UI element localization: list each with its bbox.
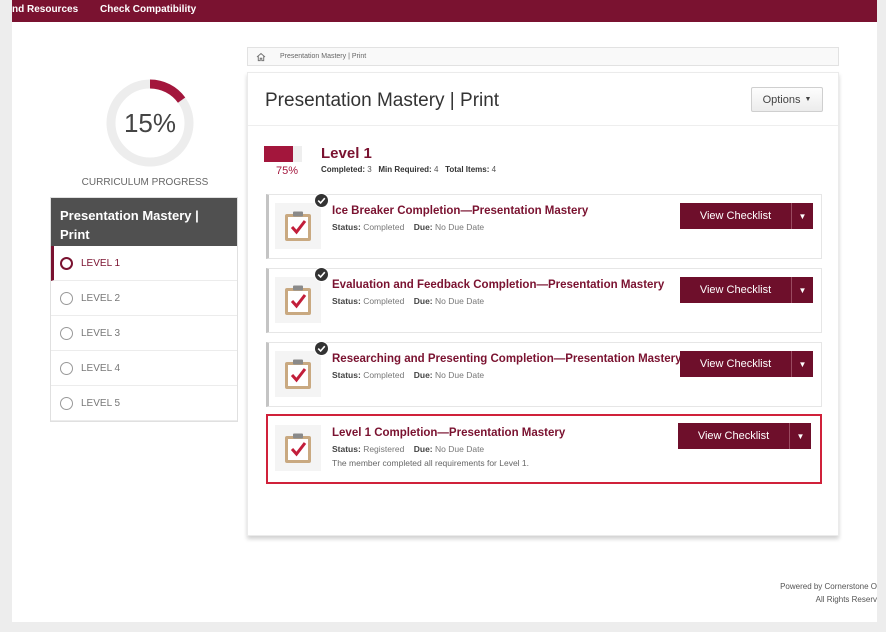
due-label: Due: [413, 444, 433, 454]
due-value: No Due Date [435, 444, 485, 454]
caret-down-icon[interactable]: ▼ [792, 203, 813, 229]
due-label: Due: [413, 370, 433, 380]
level-nav-item-4[interactable]: LEVEL 4 [51, 351, 237, 386]
level-progress-bar [264, 146, 302, 162]
checklist-clipboard-icon [275, 203, 321, 249]
circle-icon [60, 291, 73, 305]
level-nav-label: LEVEL 1 [81, 257, 121, 269]
level-meta: Completed: 3 Min Required: 4 Total Items… [321, 165, 496, 174]
page-title: Presentation Mastery | Print [265, 90, 500, 111]
completed-check-icon [314, 341, 329, 356]
level-title: Level 1 [321, 145, 372, 162]
item-note: The member completed all requirements fo… [332, 458, 530, 468]
window-frame-bottom [0, 622, 886, 632]
circle-icon [60, 326, 73, 340]
level-nav-label: LEVEL 5 [81, 397, 121, 409]
curriculum-progress-label: CURRICULUM PROGRESS [81, 177, 209, 188]
completed-check-icon [314, 193, 329, 208]
curriculum-level-nav: Presentation Mastery | Print LEVEL 1 LEV… [50, 197, 238, 422]
level-nav-label: LEVEL 2 [81, 292, 121, 304]
level-nav-item-5[interactable]: LEVEL 5 [51, 386, 237, 421]
caret-down-icon[interactable]: ▼ [790, 423, 811, 449]
circle-icon [60, 361, 73, 375]
total-items-label: Total Items: [445, 165, 490, 174]
view-checklist-button[interactable]: View Checklist ▼ [680, 277, 813, 303]
level-nav-item-2[interactable]: LEVEL 2 [51, 281, 237, 316]
footer-line-2: All Rights Reserv [815, 595, 877, 604]
breadcrumb-current[interactable]: Presentation Mastery | Print [280, 53, 366, 60]
circle-icon [60, 396, 73, 410]
item-title[interactable]: Level 1 Completion—Presentation Mastery [332, 427, 682, 439]
options-button[interactable]: Options ▼ [751, 87, 823, 112]
title-divider [248, 125, 838, 126]
item-title[interactable]: Evaluation and Feedback Completion—Prese… [332, 279, 682, 291]
footer-line-1: Powered by Cornerstone O [780, 582, 877, 591]
checklist-item-researching-presenting: Researching and Presenting Completion—Pr… [266, 341, 822, 407]
item-status: Status: Completed Due: No Due Date [332, 222, 484, 232]
checklist-item-level-1-completion: Level 1 Completion—Presentation Mastery … [266, 414, 822, 484]
due-label: Due: [413, 222, 433, 232]
caret-down-icon[interactable]: ▼ [792, 277, 813, 303]
curriculum-progress-value: 15% [123, 108, 177, 138]
status-label: Status: [332, 222, 361, 232]
level-nav-label: LEVEL 4 [81, 362, 121, 374]
window-frame-left [0, 0, 12, 632]
circle-icon [60, 256, 73, 270]
caret-down-icon: ▼ [804, 96, 812, 103]
completed-value: 3 [367, 165, 372, 174]
footer-powered-by: Powered by Cornerstone O All Rights Rese… [740, 580, 877, 606]
completed-check-icon [314, 267, 329, 282]
completed-label: Completed: [321, 165, 365, 174]
view-checklist-label[interactable]: View Checklist [678, 423, 789, 449]
min-required-value: 4 [433, 165, 439, 174]
main-panel: Presentation Mastery | Print Options ▼ 7… [247, 72, 839, 536]
checklist-item-ice-breaker: Ice Breaker Completion—Presentation Mast… [266, 193, 822, 259]
item-status: Status: Completed Due: No Due Date [332, 296, 484, 306]
caret-down-icon[interactable]: ▼ [792, 351, 813, 377]
due-value: No Due Date [435, 296, 485, 306]
curriculum-title: Presentation Mastery | Print [51, 198, 237, 246]
level-nav-item-1[interactable]: LEVEL 1 [51, 246, 237, 281]
item-status: Status: Completed Due: No Due Date [332, 370, 484, 380]
level-progress-fill [264, 146, 293, 162]
view-checklist-label[interactable]: View Checklist [680, 277, 791, 303]
status-label: Status: [332, 444, 361, 454]
top-nav-bar: nd Resources Check Compatibility [12, 0, 877, 22]
options-label: Options [762, 93, 801, 106]
level-progress-percent: 75% [276, 165, 299, 177]
status-value: Registered [363, 444, 405, 454]
item-status: Status: Registered Due: No Due Date [332, 444, 484, 454]
window-frame-right [877, 0, 886, 632]
status-value: Completed [363, 222, 405, 232]
due-value: No Due Date [435, 370, 485, 380]
home-icon[interactable] [256, 52, 266, 62]
item-title[interactable]: Researching and Presenting Completion—Pr… [332, 353, 682, 365]
checklist-clipboard-icon [275, 425, 321, 471]
status-value: Completed [363, 296, 405, 306]
due-label: Due: [413, 296, 433, 306]
total-items-value: 4 [491, 165, 497, 174]
nav-link-check-compatibility[interactable]: Check Compatibility [100, 4, 196, 15]
level-nav-label: LEVEL 3 [81, 327, 121, 339]
status-label: Status: [332, 370, 361, 380]
view-checklist-button[interactable]: View Checklist ▼ [680, 203, 813, 229]
item-title[interactable]: Ice Breaker Completion—Presentation Mast… [332, 205, 682, 217]
min-required-label: Min Required: [378, 165, 432, 174]
checklist-clipboard-icon [275, 277, 321, 323]
view-checklist-label[interactable]: View Checklist [680, 351, 791, 377]
due-value: No Due Date [435, 222, 485, 232]
status-label: Status: [332, 296, 361, 306]
breadcrumb: Presentation Mastery | Print [247, 47, 839, 66]
checklist-clipboard-icon [275, 351, 321, 397]
view-checklist-button[interactable]: View Checklist ▼ [680, 351, 813, 377]
checklist-item-evaluation-feedback: Evaluation and Feedback Completion—Prese… [266, 267, 822, 333]
level-nav-item-3[interactable]: LEVEL 3 [51, 316, 237, 351]
view-checklist-label[interactable]: View Checklist [680, 203, 791, 229]
nav-link-resources[interactable]: nd Resources [12, 4, 78, 15]
view-checklist-button[interactable]: View Checklist ▼ [678, 423, 811, 449]
status-value: Completed [363, 370, 405, 380]
